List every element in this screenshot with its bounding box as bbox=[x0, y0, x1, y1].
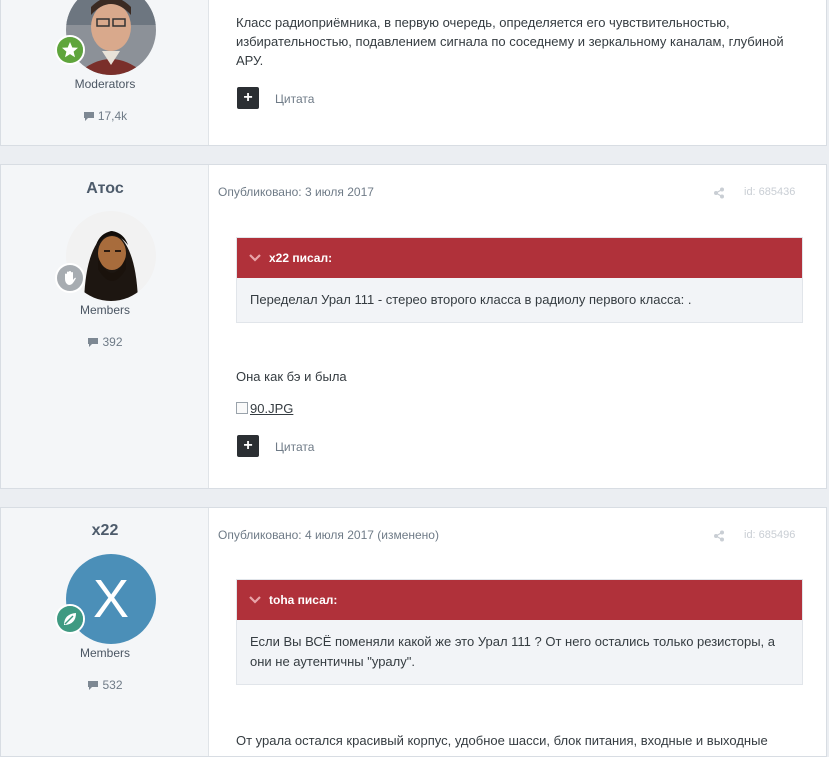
reply-text: От урала остался красивый корпус, удобно… bbox=[236, 733, 768, 748]
post-date[interactable]: Опубликовано: 4 июля 2017 (изменено) bbox=[218, 528, 439, 542]
content-line: избирательностью, подавлением сигнала по… bbox=[236, 34, 784, 49]
chevron-down-icon[interactable] bbox=[249, 593, 261, 607]
author-group: Members bbox=[79, 646, 130, 660]
quote-block: toha писал: Если Вы ВСЁ поменяли какой ж… bbox=[236, 579, 803, 685]
content-line: АРУ. bbox=[236, 53, 264, 68]
rank-star-icon bbox=[55, 35, 85, 65]
multiquote-plus-button[interactable]: + bbox=[237, 435, 259, 457]
multiquote-plus-button[interactable]: + bbox=[237, 87, 259, 109]
post-id: id: 685436 bbox=[744, 186, 796, 198]
reply-text: Она как бэ и была bbox=[236, 369, 347, 384]
image-filename: 90.JPG bbox=[250, 401, 294, 416]
post-count[interactable]: 392 bbox=[1, 335, 209, 351]
comment-icon bbox=[87, 337, 99, 351]
post-count[interactable]: 17,4k bbox=[1, 109, 209, 125]
post-count-value: 392 bbox=[102, 335, 123, 349]
author-panel: Атос Members 392 bbox=[1, 165, 209, 488]
share-icon[interactable] bbox=[713, 186, 725, 199]
author-panel: Moderators 17,4k bbox=[1, 0, 209, 145]
author-group: Moderators bbox=[74, 77, 136, 91]
quote-button[interactable]: Цитата bbox=[275, 92, 314, 106]
quote-author: x22 писал: bbox=[269, 251, 333, 265]
content-line: Класс радиоприёмника, в первую очередь, … bbox=[236, 15, 730, 30]
post-count-value: 17,4k bbox=[97, 109, 128, 123]
quote-author: toha писал: bbox=[269, 593, 338, 607]
image-link[interactable]: 90.JPG bbox=[236, 401, 293, 416]
post-date[interactable]: Опубликовано: 3 июля 2017 bbox=[218, 185, 374, 199]
avatar-letter: X bbox=[93, 569, 129, 629]
post-id: id: 685496 bbox=[744, 529, 796, 541]
quote-button[interactable]: Цитата bbox=[275, 440, 314, 454]
comment-icon bbox=[87, 680, 99, 694]
author-name[interactable]: Атос bbox=[1, 180, 209, 198]
quote-block: x22 писал: Переделал Урал 111 - стерео в… bbox=[236, 237, 803, 323]
post-count-value: 532 bbox=[102, 678, 123, 692]
rank-leaf-icon bbox=[55, 604, 85, 634]
post-atos: Атос Members 392 Опубликовано: 3 июля 20… bbox=[0, 164, 827, 489]
author-name[interactable]: x22 bbox=[1, 522, 209, 540]
quote-header[interactable]: x22 писал: bbox=[237, 238, 802, 278]
broken-image-icon bbox=[236, 402, 248, 414]
post-count[interactable]: 532 bbox=[1, 678, 209, 694]
quote-header[interactable]: toha писал: bbox=[237, 580, 802, 620]
post-content: Класс радиоприёмника, в первую очередь, … bbox=[236, 13, 806, 70]
share-icon[interactable] bbox=[713, 529, 725, 542]
author-panel: x22 X Members 532 bbox=[1, 508, 209, 756]
rank-hand-icon bbox=[55, 263, 85, 293]
post-moderator: Moderators 17,4k Класс радиоприёмника, в… bbox=[0, 0, 827, 146]
comment-icon bbox=[83, 111, 95, 125]
chevron-down-icon[interactable] bbox=[249, 251, 261, 265]
quote-text: Если Вы ВСЁ поменяли какой же это Урал 1… bbox=[250, 634, 775, 669]
quote-text: Переделал Урал 111 - стерео второго клас… bbox=[250, 292, 692, 307]
post-x22: x22 X Members 532 Опубликовано: 4 июля 2… bbox=[0, 507, 827, 757]
author-group: Members bbox=[79, 303, 130, 317]
